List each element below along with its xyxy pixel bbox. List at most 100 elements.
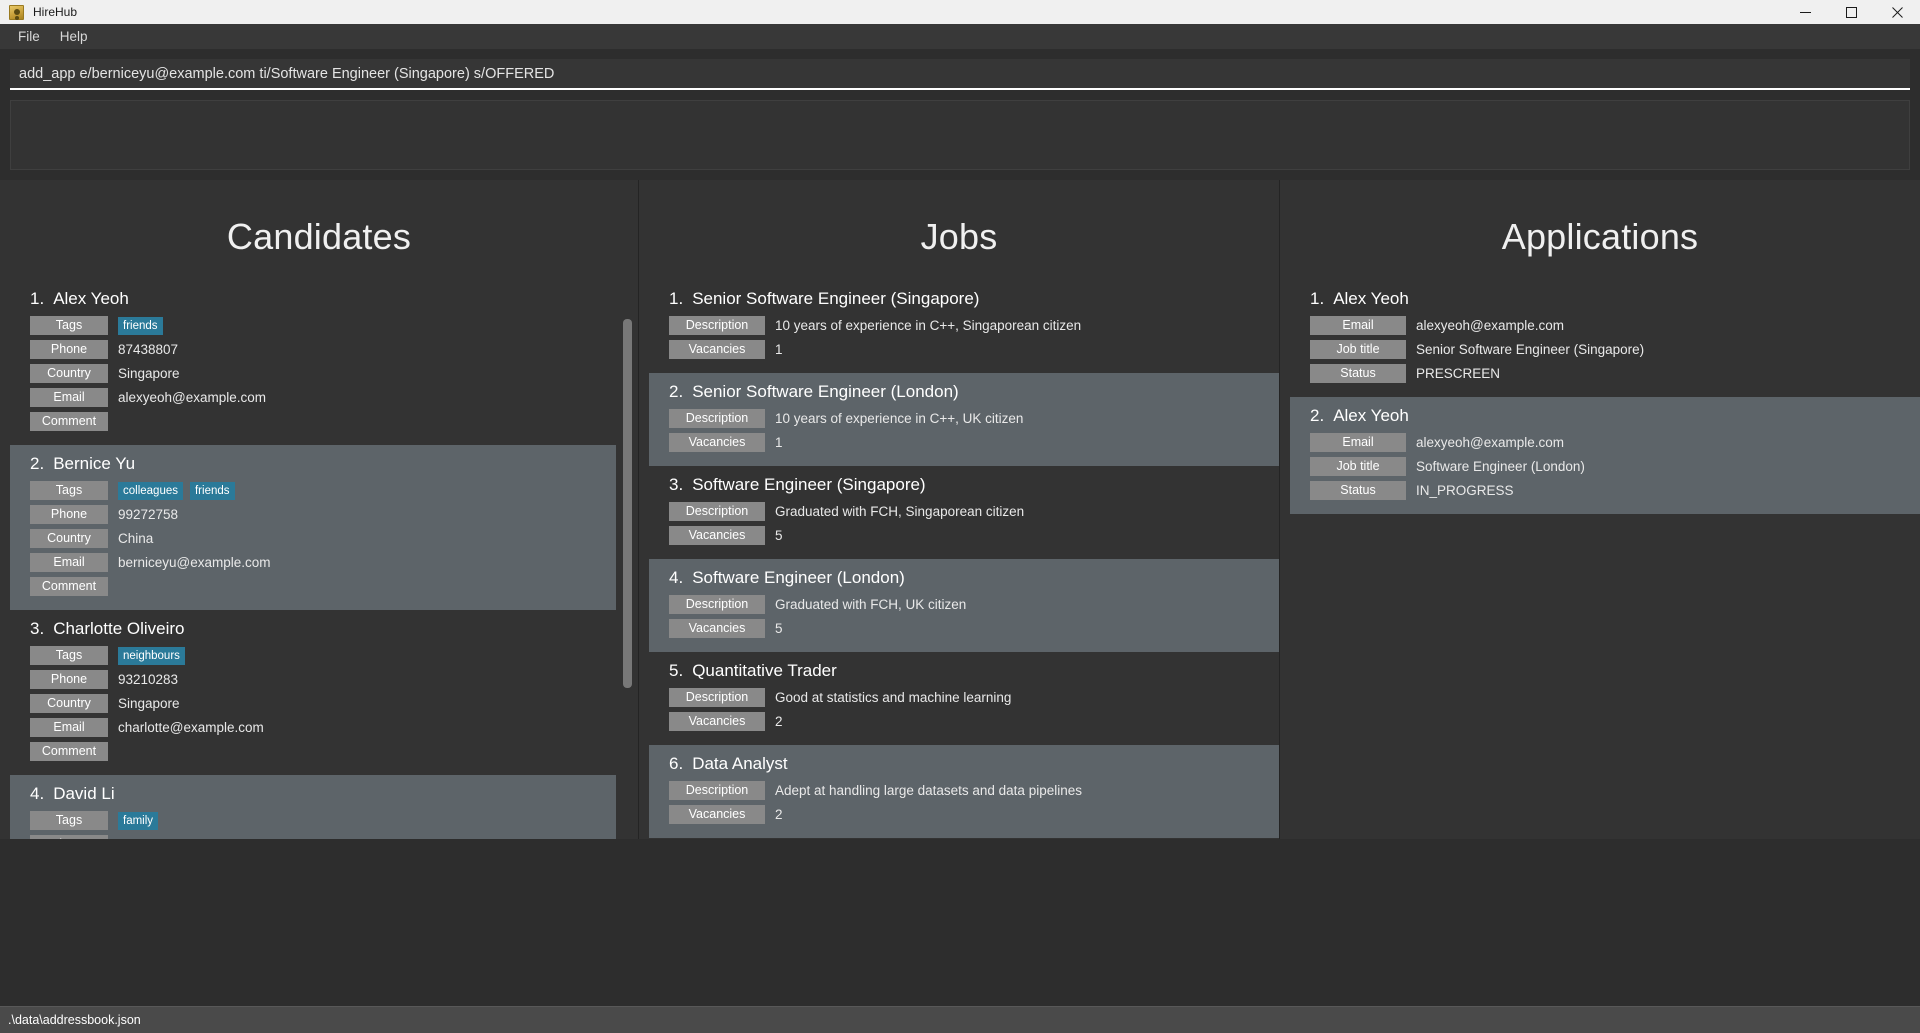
job-description: 10 years of experience in C++, Singapore…: [775, 318, 1082, 333]
field-row: Job title Software Engineer (London): [1310, 457, 1920, 476]
vacancies-label: Vacancies: [669, 433, 765, 452]
candidate-title: 2. Bernice Yu: [30, 454, 616, 474]
field-row: Email alexyeoh@example.com: [1310, 316, 1920, 335]
jobs-title: Jobs: [920, 216, 998, 257]
job-card[interactable]: 4. Software Engineer (London) Description G…: [649, 559, 1279, 652]
minimize-button[interactable]: [1782, 0, 1828, 24]
job-title-row: 2. Senior Software Engineer (London): [669, 382, 1279, 402]
command-input-value: add_app e/berniceyu@example.com ti/Softw…: [19, 65, 555, 82]
application-candidate-name: Alex Yeoh: [1333, 289, 1409, 308]
description-label: Description: [669, 595, 765, 614]
job-vacancies: 5: [775, 621, 783, 636]
job-card[interactable]: 2. Senior Software Engineer (London) Descr…: [649, 373, 1279, 466]
field-row: Vacancies 1: [669, 340, 1279, 359]
job-card[interactable]: 3. Software Engineer (Singapore) Descripti…: [649, 466, 1279, 559]
field-row: Description Good at statistics and machin…: [669, 688, 1279, 707]
candidate-email: charlotte@example.com: [118, 720, 264, 735]
phone-label: Phone: [30, 835, 108, 839]
candidates-scrollbar[interactable]: [623, 280, 632, 839]
tags-label: Tags: [30, 481, 108, 500]
job-title-label: Job title: [1310, 457, 1406, 476]
result-display: [10, 100, 1910, 170]
menu-bar: File Help: [0, 24, 1920, 50]
close-button[interactable]: [1874, 0, 1920, 24]
field-row: Vacancies 5: [669, 619, 1279, 638]
job-index: 5.: [669, 661, 684, 680]
field-row: Phone 93210283: [30, 670, 616, 689]
job-title-label: Job title: [1310, 340, 1406, 359]
candidate-card[interactable]: 2. Bernice Yu Tags colleagues friends Phone 99…: [10, 445, 616, 610]
candidates-panel: Candidates 1. Alex Yeoh Tags friends Phone 87…: [0, 180, 638, 839]
candidate-tag: neighbours: [118, 646, 185, 665]
status-label: Status: [1310, 481, 1406, 500]
field-row: Comment: [30, 412, 616, 431]
email-label: Email: [30, 388, 108, 407]
menu-item-help[interactable]: Help: [50, 25, 98, 48]
candidate-card[interactable]: 1. Alex Yeoh Tags friends Phone 87438807 Count…: [10, 280, 616, 445]
field-row: Tags friends: [30, 316, 616, 335]
status-bar-path: .\data\addressbook.json: [8, 1013, 141, 1027]
application-index: 1.: [1310, 289, 1325, 308]
field-row: Email berniceyu@example.com: [30, 553, 616, 572]
candidate-phone: 99272758: [118, 507, 179, 522]
candidates-list[interactable]: 1. Alex Yeoh Tags friends Phone 87438807 Count…: [0, 280, 638, 839]
field-row: Email charlotte@example.com: [30, 718, 616, 737]
menu-item-file[interactable]: File: [8, 25, 50, 48]
candidate-tags: friends: [118, 316, 170, 335]
job-title: Quantitative Trader: [692, 661, 837, 680]
status-bar: .\data\addressbook.json: [0, 1006, 1920, 1033]
title-bar-left: HireHub: [0, 4, 78, 20]
application-email: alexyeoh@example.com: [1416, 318, 1565, 333]
phone-label: Phone: [30, 505, 108, 524]
command-box-wrapper: add_app e/berniceyu@example.com ti/Softw…: [0, 50, 1920, 90]
field-row: Phone 99272758: [30, 505, 616, 524]
candidates-title: Candidates: [226, 216, 412, 257]
comment-label: Comment: [30, 412, 108, 431]
field-row: Email alexyeoh@example.com: [30, 388, 616, 407]
candidate-tags: neighbours: [118, 646, 192, 665]
vacancies-label: Vacancies: [669, 805, 765, 824]
job-title: Senior Software Engineer (London): [692, 382, 959, 401]
maximize-button[interactable]: [1828, 0, 1874, 24]
country-label: Country: [30, 694, 108, 713]
field-row: Tags family: [30, 811, 616, 830]
application-card[interactable]: 1. Alex Yeoh Email alexyeoh@example.com Job …: [1290, 280, 1920, 397]
candidates-scrollbar-thumb[interactable]: [623, 319, 632, 689]
job-index: 4.: [669, 568, 684, 587]
window-title: HireHub: [33, 5, 78, 19]
candidate-name: David Li: [53, 784, 115, 803]
main-panels: Candidates 1. Alex Yeoh Tags friends Phone 87…: [0, 180, 1920, 839]
application-email: alexyeoh@example.com: [1416, 435, 1565, 450]
applications-title: Applications: [1501, 216, 1699, 257]
candidate-tag: colleagues: [118, 481, 183, 500]
application-status: IN_PROGRESS: [1416, 483, 1514, 498]
job-vacancies: 5: [775, 528, 783, 543]
result-box-wrapper: [0, 90, 1920, 170]
job-vacancies: 1: [775, 435, 783, 450]
applications-list[interactable]: 1. Alex Yeoh Email alexyeoh@example.com Job …: [1280, 280, 1920, 839]
job-card[interactable]: 5. Quantitative Trader Description Good at …: [649, 652, 1279, 745]
job-description: Graduated with FCH, UK citizen: [775, 597, 967, 612]
description-label: Description: [669, 502, 765, 521]
application-card[interactable]: 2. Alex Yeoh Email alexyeoh@example.com Job …: [1290, 397, 1920, 514]
job-index: 2.: [669, 382, 684, 401]
field-row: Description 10 years of experience in C++…: [669, 409, 1279, 428]
field-row: Vacancies 5: [669, 526, 1279, 545]
status-label: Status: [1310, 364, 1406, 383]
description-label: Description: [669, 409, 765, 428]
command-input[interactable]: add_app e/berniceyu@example.com ti/Softw…: [10, 59, 1910, 90]
email-label: Email: [30, 553, 108, 572]
field-row: Description 10 years of experience in C++…: [669, 316, 1279, 335]
field-row: Vacancies 2: [669, 805, 1279, 824]
job-card[interactable]: 1. Senior Software Engineer (Singapore) De…: [649, 280, 1279, 373]
field-row: Description Graduated with FCH, Singapore…: [669, 502, 1279, 521]
job-card[interactable]: 6. Data Analyst Description Adept at handli…: [649, 745, 1279, 838]
job-description: Graduated with FCH, Singaporean citizen: [775, 504, 1025, 519]
jobs-list[interactable]: 1. Senior Software Engineer (Singapore) De…: [639, 280, 1279, 839]
candidate-tags: family: [118, 811, 165, 830]
tags-label: Tags: [30, 316, 108, 335]
candidate-card[interactable]: 3. Charlotte Oliveiro Tags neighbours Phone 9…: [10, 610, 616, 775]
comment-label: Comment: [30, 742, 108, 761]
field-row: Vacancies 2: [669, 712, 1279, 731]
candidate-card[interactable]: 4.David LiTagsfamilyPhone91031282Country…: [10, 775, 616, 839]
